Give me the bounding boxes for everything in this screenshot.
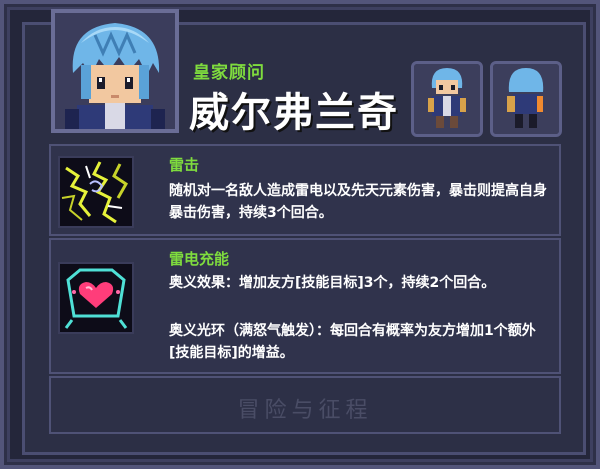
skill-row-1: 雷击 随机对一名敌人造成雷电以及先天元素伤害，暴击则提高自身暴击伤害，持续3个回… bbox=[49, 144, 561, 236]
lightning-charge-heart-icon[interactable] bbox=[58, 262, 134, 334]
hero-card: 皇家顾问 威尔弗兰奇 雷击 随机对一名敌人造成雷电以及先天元素伤害，暴击则提高自… bbox=[0, 0, 600, 469]
hero-avatar-icon bbox=[55, 13, 175, 129]
hero-skin-back[interactable] bbox=[490, 61, 562, 137]
skill-1-description: 随机对一名敌人造成雷电以及先天元素伤害，暴击则提高自身暴击伤害，持续3个回合。 bbox=[169, 183, 547, 221]
lightning-strike-icon[interactable] bbox=[58, 156, 134, 228]
skill-2-description-aura: 奥义光环（满怒气触发）：每回合有概率为友方增加1个额外[技能目标]的增益。 bbox=[169, 323, 536, 361]
hero-sprite-front-icon bbox=[414, 64, 480, 134]
hero-sprite-back-icon bbox=[493, 64, 559, 134]
skill-1-name: 雷击 bbox=[169, 156, 200, 174]
skill-2-description-effect: 奥义效果：增加友方[技能目标]3个，持续2个回合。 bbox=[169, 275, 496, 291]
hero-name: 威尔弗兰奇 bbox=[189, 90, 399, 136]
skill-row-2: 雷电充能 奥义效果：增加友方[技能目标]3个，持续2个回合。 奥义光环（满怒气触… bbox=[49, 238, 561, 374]
footer-panel: 冒险与征程 bbox=[49, 376, 561, 434]
watermark-logo: 冒险与征程 bbox=[237, 398, 373, 423]
skill-2-name: 雷电充能 bbox=[169, 250, 230, 268]
hero-skin-front[interactable] bbox=[411, 61, 483, 137]
hero-portrait[interactable] bbox=[51, 9, 179, 133]
